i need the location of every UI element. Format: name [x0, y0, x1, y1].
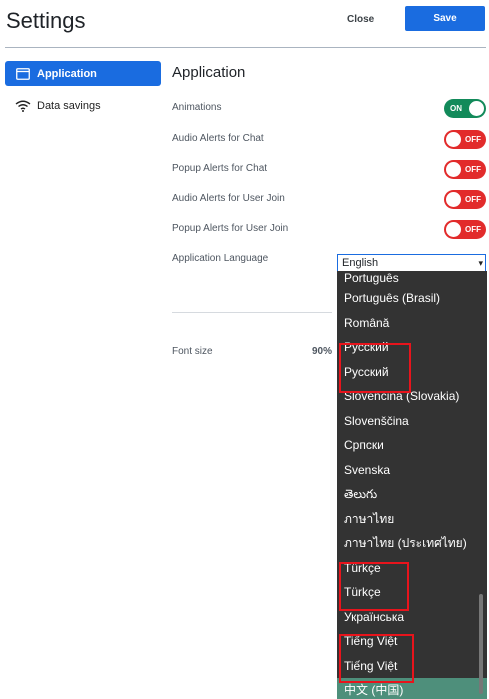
- dropdown-option[interactable]: Română: [337, 311, 487, 336]
- font-size-label: Font size: [172, 346, 213, 357]
- dropdown-option[interactable]: Српски: [337, 433, 487, 458]
- animations-toggle[interactable]: ON: [444, 99, 486, 118]
- toggle-knob: [446, 132, 461, 147]
- dropdown-scrollbar[interactable]: [479, 594, 483, 694]
- toggle-knob: [446, 192, 461, 207]
- close-button[interactable]: Close: [347, 14, 374, 25]
- sidebar-item-label: Data savings: [37, 99, 101, 112]
- font-size-value: 90%: [312, 346, 333, 357]
- toggle-state: OFF: [465, 135, 481, 144]
- wifi-icon: [14, 99, 32, 113]
- dropdown-option[interactable]: Português (Brasil): [337, 286, 487, 311]
- popup-alerts-chat-toggle[interactable]: OFF: [444, 160, 486, 179]
- sidebar-item-label: Application: [37, 67, 97, 80]
- toggle-knob: [446, 222, 461, 237]
- section-title: Application: [172, 64, 246, 81]
- audio-alerts-user-join-label: Audio Alerts for User Join: [172, 193, 285, 204]
- section-divider: [172, 312, 332, 313]
- save-button[interactable]: Save: [405, 6, 485, 31]
- animations-label: Animations: [172, 102, 222, 113]
- popup-alerts-user-join-label: Popup Alerts for User Join: [172, 223, 289, 234]
- popup-alerts-chat-label: Popup Alerts for Chat: [172, 163, 268, 174]
- toggle-state: OFF: [465, 195, 481, 204]
- sidebar-item-data-savings[interactable]: Data savings: [5, 93, 161, 118]
- chevron-down-icon: ▾: [478, 258, 483, 268]
- dropdown-option[interactable]: Svenska: [337, 458, 487, 483]
- toggle-state: OFF: [465, 165, 481, 174]
- language-label: Application Language: [172, 253, 269, 264]
- dropdown-option[interactable]: Slovenščina: [337, 409, 487, 434]
- language-select-value: English: [342, 257, 379, 269]
- highlight-box: [339, 562, 409, 611]
- language-select[interactable]: English ▾: [337, 254, 486, 272]
- dropdown-option[interactable]: ภาษาไทย: [337, 507, 487, 532]
- window-icon: [14, 67, 32, 81]
- highlight-box: [339, 634, 414, 683]
- toggle-state: OFF: [465, 225, 481, 234]
- page-title: Settings: [6, 8, 86, 33]
- dropdown-option[interactable]: తెలుగు: [337, 482, 487, 507]
- audio-alerts-chat-label: Audio Alerts for Chat: [172, 133, 264, 144]
- highlight-box: [339, 343, 411, 393]
- toggle-state: ON: [450, 104, 462, 113]
- toggle-knob: [469, 101, 484, 116]
- audio-alerts-user-join-toggle[interactable]: OFF: [444, 190, 486, 209]
- header-divider: [5, 47, 486, 48]
- toggle-knob: [446, 162, 461, 177]
- sidebar-item-application[interactable]: Application: [5, 61, 161, 86]
- dropdown-option[interactable]: ภาษาไทย (ประเทศไทย): [337, 531, 487, 556]
- popup-alerts-user-join-toggle[interactable]: OFF: [444, 220, 486, 239]
- dropdown-option[interactable]: Português: [337, 271, 487, 286]
- audio-alerts-chat-toggle[interactable]: OFF: [444, 130, 486, 149]
